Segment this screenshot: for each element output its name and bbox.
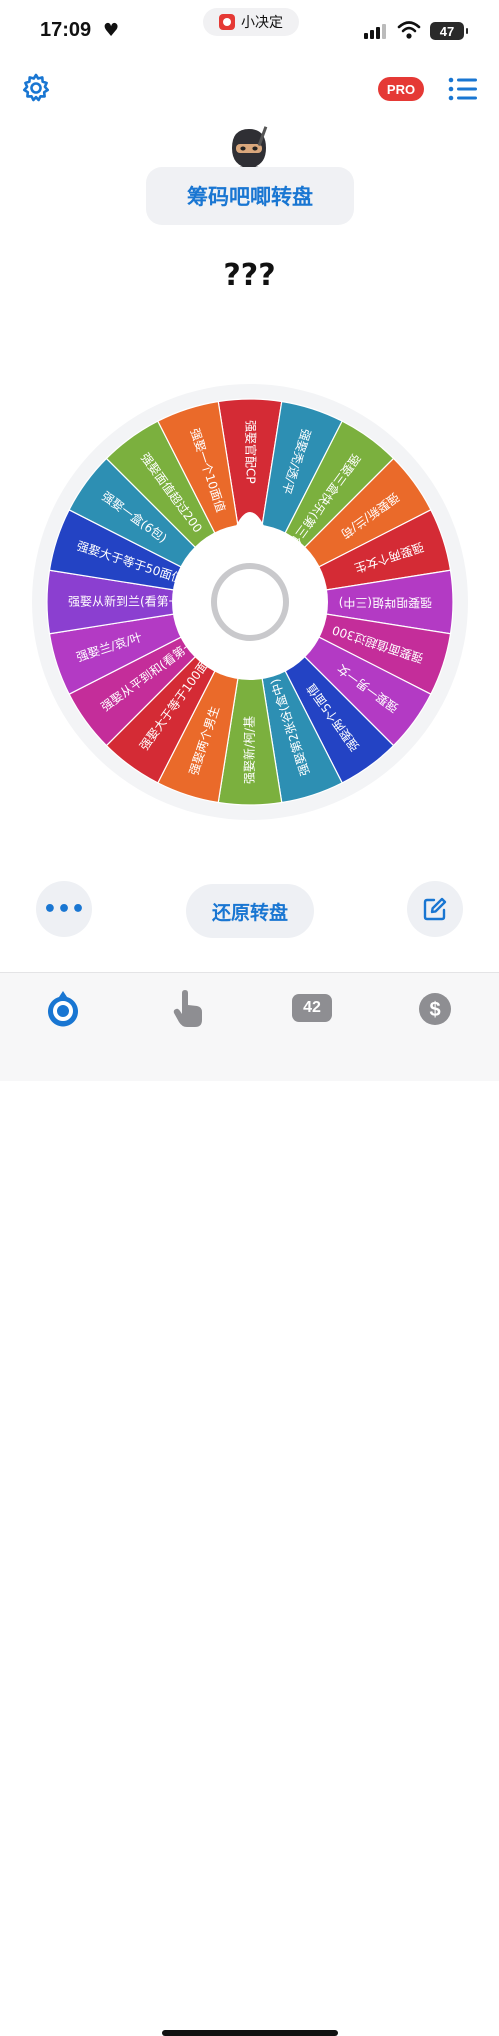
more-button[interactable]: ••• [36,881,92,937]
spin-wheel[interactable]: 强娶官配CP 强娶秃/透/平强娶三盒快乐(第三包)强娶新/兰/苟强娶两个女生强娶咀… [30,373,470,831]
status-bar: 17:09 ♥ 小决定 47 [0,0,499,60]
wifi-icon [397,21,421,39]
edit-icon [423,897,447,921]
tab-tap[interactable] [168,989,208,1029]
wheel-segment-label: 强娶官配CP [244,420,259,484]
island-app-name: 小决定 [241,15,283,31]
spin-result: ??? [223,258,276,293]
svg-text:$: $ [429,999,440,1021]
battery-indicator: 47 [430,22,468,40]
tab-wheel[interactable] [43,989,83,1029]
clock: 17:09 [40,19,92,41]
signal-icon [364,24,386,39]
wheel-segment-label: 强娶新/柯/基 [242,716,257,784]
tab-money[interactable]: $ [415,989,455,1029]
dollar-icon: $ [419,993,451,1025]
tab-count[interactable]: 42 [292,994,332,1022]
wheel-icon [48,991,78,1027]
heart-icon: ♥ [103,20,120,41]
list-icon[interactable] [448,76,478,102]
tab-bar: 42 $ [0,972,499,2036]
app-icon [219,14,235,30]
count-badge: 42 [303,999,321,1016]
wheel-hub[interactable] [172,524,328,680]
battery-level: 47 [439,23,455,39]
pointing-hand-icon [173,990,202,1027]
wheel-title-button[interactable]: 筹码吧唧转盘 [146,167,354,225]
gear-icon[interactable] [20,72,52,104]
wheel-segment-label: 强娶咀咩姐(三中) [339,596,432,611]
pro-badge[interactable]: PRO [378,77,424,101]
dynamic-island[interactable]: 小决定 [203,8,299,36]
edit-button[interactable] [407,881,463,937]
reset-wheel-button[interactable]: 还原转盘 [186,884,314,938]
home-indicator [162,2030,338,2036]
ellipsis-icon: ••• [42,896,86,922]
